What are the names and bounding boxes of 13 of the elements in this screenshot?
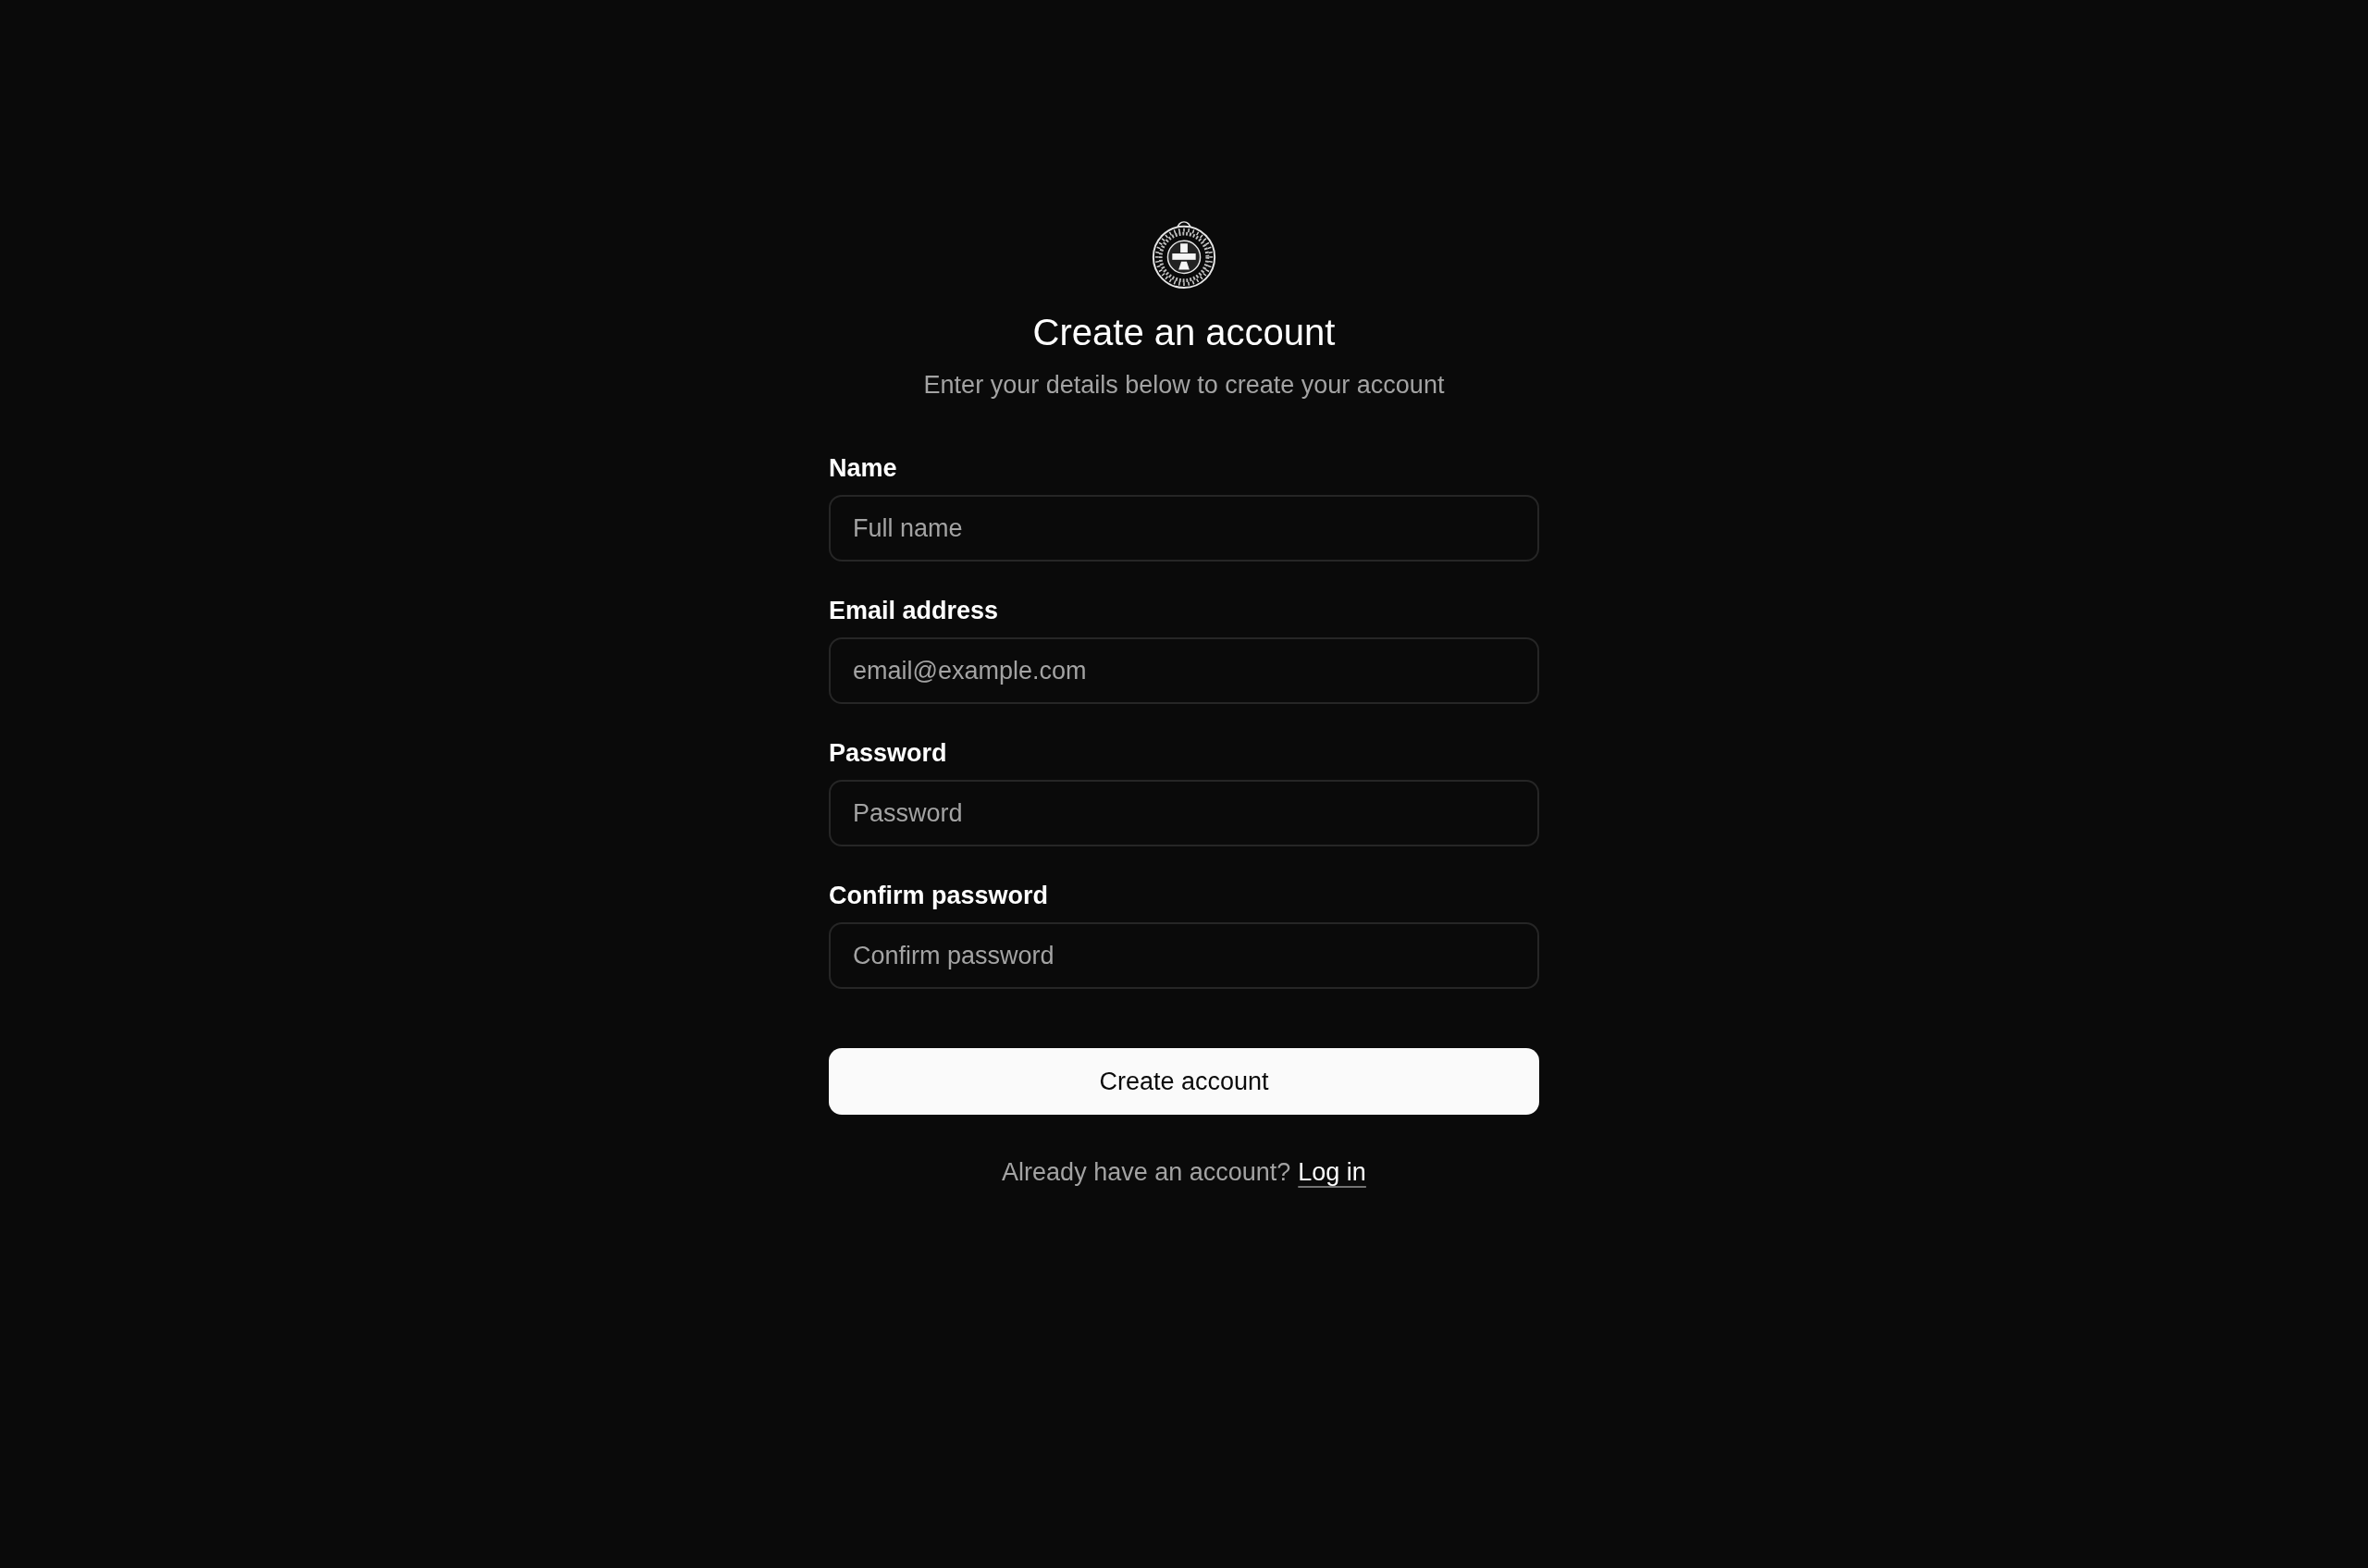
field-label: Password — [829, 739, 948, 767]
page-subtitle: Enter your details below to create your account — [922, 370, 1446, 401]
login-link[interactable]: Log in — [1298, 1155, 1366, 1189]
input-field[interactable]: email@example.com — [829, 637, 1539, 704]
create-account-button[interactable]: Create account — [829, 1048, 1539, 1115]
page-title: Create an account — [1031, 311, 1337, 354]
input-field[interactable]: Confirm password — [829, 922, 1539, 989]
field-label: Confirm password — [829, 882, 1050, 909]
input-field[interactable]: Password — [829, 780, 1539, 846]
field-label: Name — [829, 454, 898, 482]
input-field[interactable]: Full name — [829, 495, 1539, 562]
field-label: Email address — [829, 597, 1000, 624]
login-prompt: Already have an account? — [1002, 1157, 1291, 1188]
